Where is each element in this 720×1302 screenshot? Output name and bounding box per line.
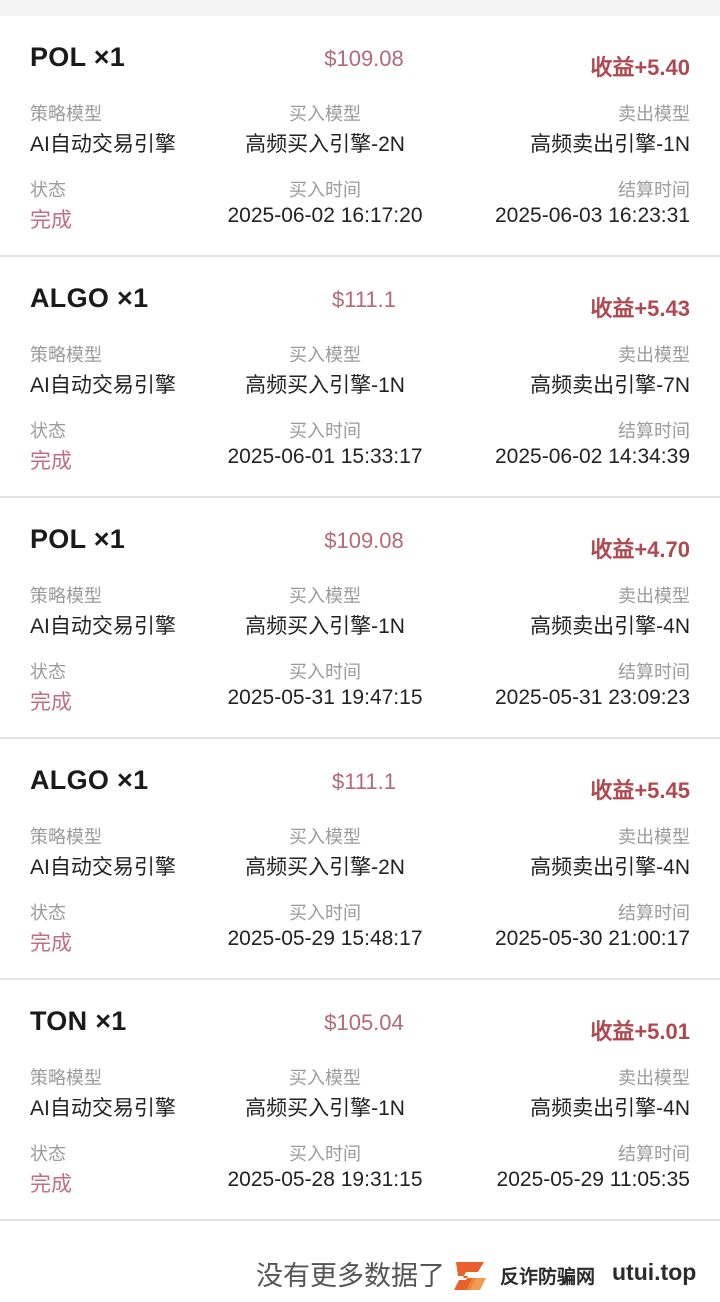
order-symbol: TON ×1 [30,1006,127,1036]
order-history-page: POL ×1 $109.08 收益+5.40 策略模型 买入模型 卖出模型 AI… [0,0,720,1302]
sell-model-value: 高频卖出引擎-1N [530,133,690,156]
status-label: 状态 [30,421,66,441]
strategy-model-value: AI自动交易引擎 [30,615,176,638]
buy-time-label: 买入时间 [289,1144,361,1164]
order-symbol: POL ×1 [30,524,126,554]
order-price: $105.04 [324,1010,404,1035]
status-value: 完成 [30,209,72,232]
strategy-model-label: 策略模型 [30,586,102,606]
order-card[interactable]: POL ×1 $109.08 收益+4.70 策略模型 买入模型 卖出模型 AI… [0,498,720,739]
order-list: POL ×1 $109.08 收益+5.40 策略模型 买入模型 卖出模型 AI… [0,16,720,1221]
order-card[interactable]: POL ×1 $109.08 收益+5.40 策略模型 买入模型 卖出模型 AI… [0,16,720,257]
sell-model-label: 卖出模型 [618,827,690,847]
buy-time-value: 2025-06-01 15:33:17 [227,445,423,468]
strategy-model-value: AI自动交易引擎 [30,374,176,397]
sell-model-value: 高频卖出引擎-4N [530,615,690,638]
buy-model-value: 高频买入引擎-2N [245,133,405,156]
settle-time-value: 2025-06-03 16:23:31 [495,204,690,227]
watermark-text: 反诈防骗网 [500,1267,596,1288]
settle-time-label: 结算时间 [618,421,690,441]
status-label: 状态 [30,180,66,200]
order-price: $111.1 [331,287,397,312]
strategy-model-value: AI自动交易引擎 [30,1097,176,1120]
buy-model-label: 买入模型 [289,586,361,606]
list-footer: 没有更多数据了 反诈防骗网 utui.top [0,1232,720,1302]
buy-model-label: 买入模型 [289,827,361,847]
sell-model-value: 高频卖出引擎-4N [530,1097,690,1120]
settle-time-value: 2025-05-30 21:00:17 [495,927,690,950]
status-value: 完成 [30,691,72,714]
watermark-domain: utui.top [612,1259,697,1285]
strategy-model-value: AI自动交易引擎 [30,133,176,156]
buy-time-value: 2025-06-02 16:17:20 [227,204,423,227]
buy-model-label: 买入模型 [289,104,361,124]
buy-model-value: 高频买入引擎-1N [245,615,405,638]
order-profit: 收益+5.40 [590,55,690,80]
order-price: $111.1 [331,769,397,794]
buy-model-label: 买入模型 [289,345,361,365]
strategy-model-label: 策略模型 [30,345,102,365]
settle-time-label: 结算时间 [618,662,690,682]
no-more-data-text: 没有更多数据了 [256,1261,445,1291]
order-price: $109.08 [324,46,404,71]
sell-model-label: 卖出模型 [618,586,690,606]
top-strip [0,0,720,16]
order-card[interactable]: TON ×1 $105.04 收益+5.01 策略模型 买入模型 卖出模型 AI… [0,980,720,1221]
status-value: 完成 [30,450,72,473]
buy-model-value: 高频买入引擎-1N [245,1097,405,1120]
strategy-model-label: 策略模型 [30,827,102,847]
order-symbol: POL ×1 [30,42,126,72]
sell-model-label: 卖出模型 [618,104,690,124]
order-card[interactable]: ALGO ×1 $111.1 收益+5.43 策略模型 买入模型 卖出模型 AI… [0,257,720,498]
sell-model-label: 卖出模型 [618,1068,690,1088]
sell-model-label: 卖出模型 [618,345,690,365]
order-profit: 收益+5.45 [590,778,690,803]
buy-time-label: 买入时间 [289,662,361,682]
settle-time-value: 2025-05-29 11:05:35 [496,1168,690,1191]
status-label: 状态 [30,903,66,923]
order-card[interactable]: ALGO ×1 $111.1 收益+5.45 策略模型 买入模型 卖出模型 AI… [0,739,720,980]
strategy-model-label: 策略模型 [30,104,102,124]
order-symbol: ALGO ×1 [30,283,149,313]
sell-model-value: 高频卖出引擎-7N [530,374,690,397]
buy-model-label: 买入模型 [289,1068,361,1088]
buy-time-label: 买入时间 [289,180,361,200]
status-value: 完成 [30,1173,72,1196]
settle-time-label: 结算时间 [618,180,690,200]
status-label: 状态 [30,1144,66,1164]
utui-logo-icon [454,1262,486,1290]
buy-time-value: 2025-05-29 15:48:17 [227,927,423,950]
buy-time-label: 买入时间 [289,903,361,923]
settle-time-label: 结算时间 [618,903,690,923]
order-profit: 收益+4.70 [590,537,690,562]
sell-model-value: 高频卖出引擎-4N [530,856,690,879]
settle-time-value: 2025-05-31 23:09:23 [495,686,690,709]
buy-model-value: 高频买入引擎-1N [245,374,405,397]
buy-time-label: 买入时间 [289,421,361,441]
settle-time-label: 结算时间 [618,1144,690,1164]
strategy-model-value: AI自动交易引擎 [30,856,176,879]
buy-time-value: 2025-05-28 19:31:15 [227,1168,423,1191]
status-value: 完成 [30,932,72,955]
settle-time-value: 2025-06-02 14:34:39 [495,445,690,468]
buy-model-value: 高频买入引擎-2N [245,856,405,879]
order-profit: 收益+5.01 [590,1019,690,1044]
buy-time-value: 2025-05-31 19:47:15 [227,686,423,709]
order-symbol: ALGO ×1 [30,765,149,795]
order-price: $109.08 [324,528,404,553]
status-label: 状态 [30,662,66,682]
strategy-model-label: 策略模型 [30,1068,102,1088]
order-profit: 收益+5.43 [590,296,690,321]
